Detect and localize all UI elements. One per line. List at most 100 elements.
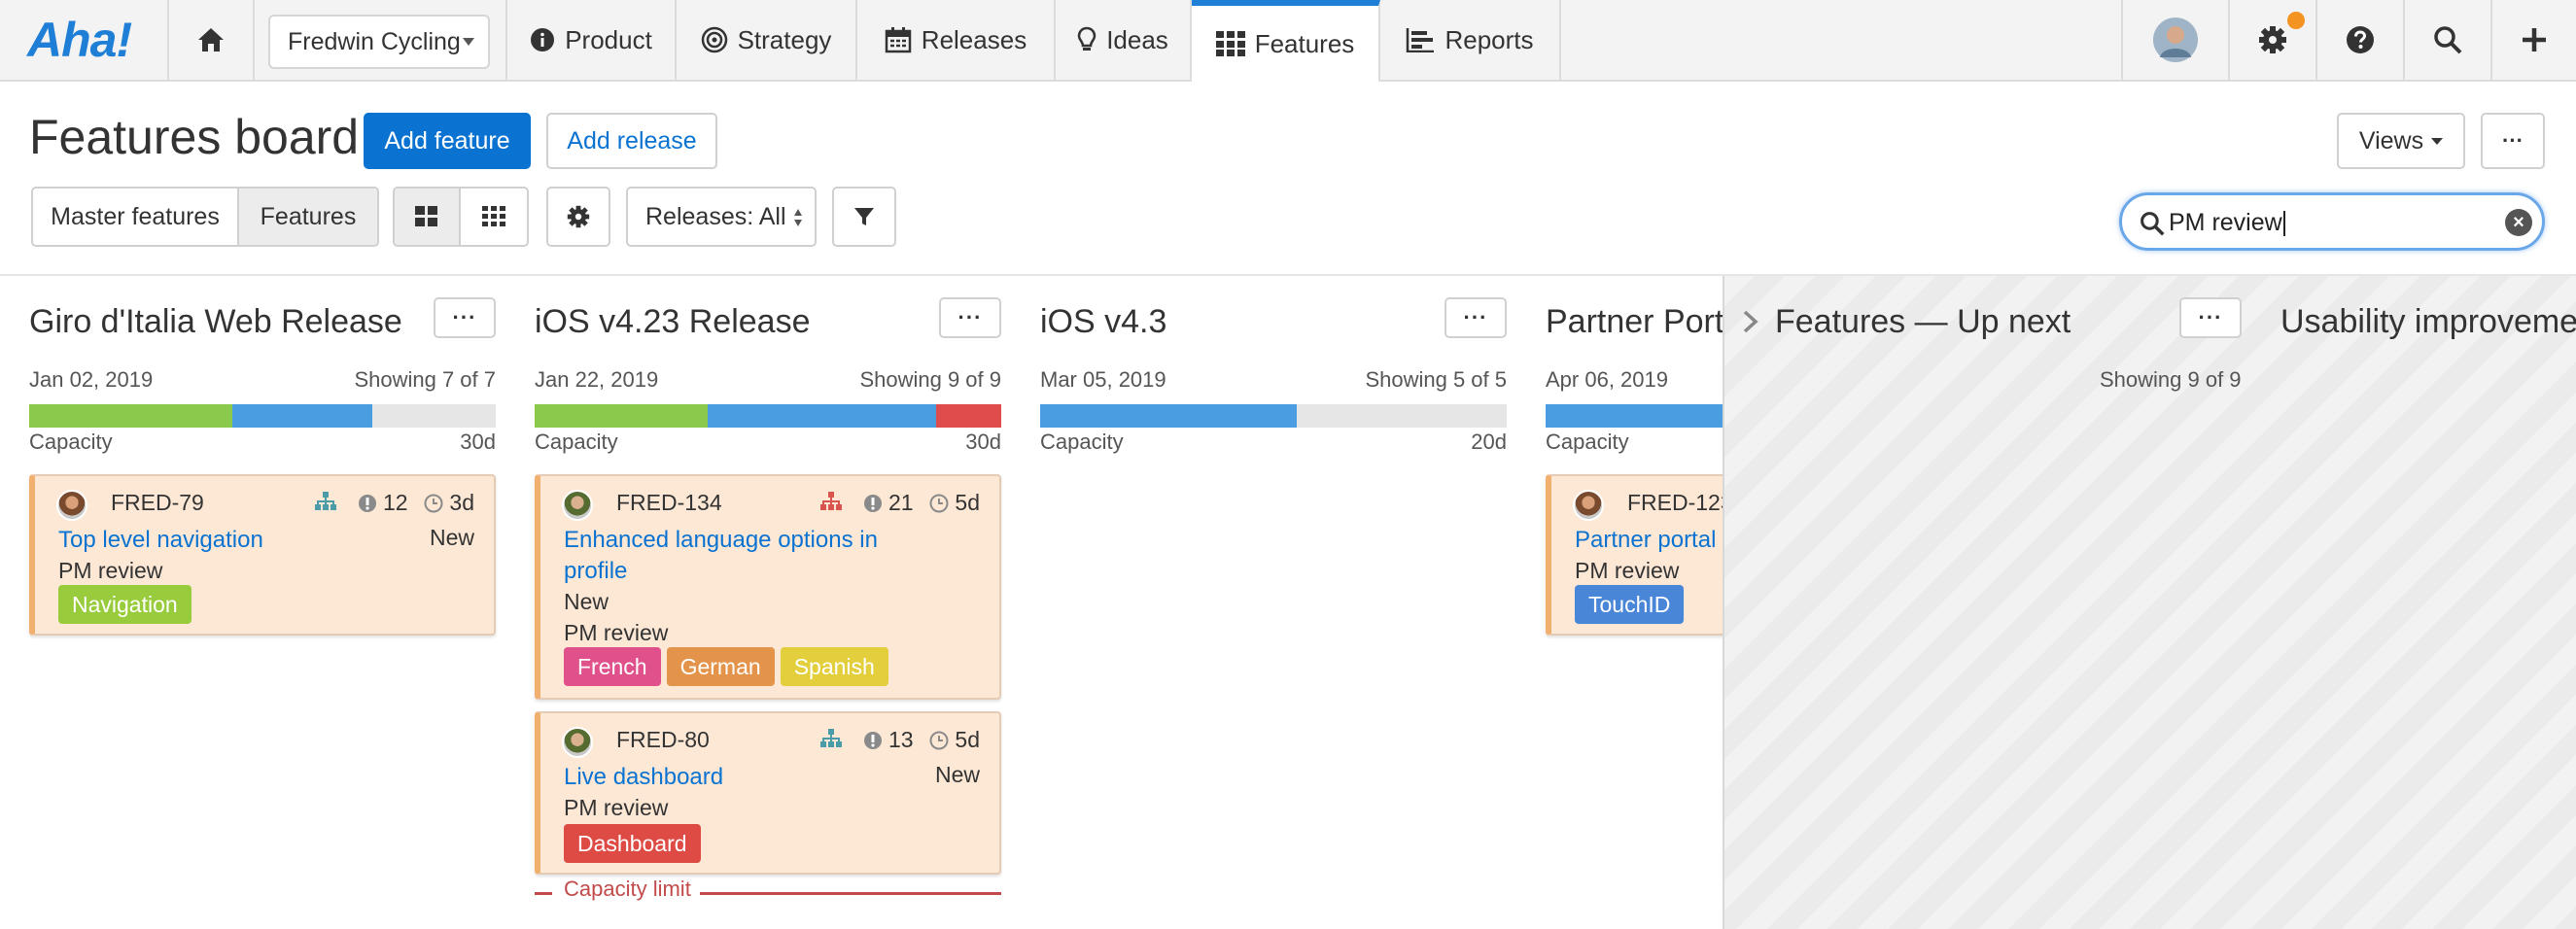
chevron-down-icon — [463, 38, 474, 46]
board-settings-button[interactable] — [546, 187, 610, 247]
parking-lot-showing-count: Showing 9 of 9 — [2100, 367, 2242, 392]
compact-layout-button[interactable] — [461, 189, 527, 245]
release-column: Giro d'Italia Web Release ··· Jan 02, 20… — [29, 292, 496, 680]
tag[interactable]: German — [666, 647, 775, 686]
page-title: Features board — [29, 110, 360, 164]
nav-ideas[interactable]: Ideas — [1056, 0, 1192, 80]
feature-card[interactable]: FRED-134 21 5d Enhanced language options… — [535, 474, 1001, 700]
feature-estimate: 5d — [929, 727, 980, 753]
add-release-button[interactable]: Add release — [546, 113, 717, 169]
feature-estimate-value: 3d — [449, 490, 474, 515]
capacity-label: Capacity — [1040, 430, 1124, 454]
search-button[interactable] — [2405, 0, 2492, 80]
user-avatar-button[interactable] — [2121, 0, 2230, 80]
capacity-days: 20d — [1471, 430, 1507, 454]
tag[interactable]: TouchID — [1575, 585, 1685, 624]
releases-filter-select[interactable]: Releases: All — [626, 187, 817, 247]
feature-name[interactable]: Enhanced language options in profile — [564, 525, 878, 587]
add-button[interactable] — [2492, 0, 2576, 80]
tag[interactable]: Dashboard — [564, 824, 701, 863]
clock-icon — [929, 731, 949, 749]
calendar-icon — [885, 27, 912, 53]
feature-status[interactable]: New — [935, 762, 980, 788]
capacity-segment — [29, 404, 232, 428]
small-grid-icon — [482, 206, 505, 226]
release-showing-count: Showing 9 of 9 — [859, 367, 1001, 392]
feature-status[interactable]: New — [430, 525, 474, 551]
capacity-bar — [29, 404, 496, 428]
feature-card[interactable]: FRED-79 12 3d Top level navigation New P… — [29, 474, 496, 636]
clear-search-icon[interactable]: × — [2505, 209, 2532, 236]
feature-workflow: PM review — [58, 558, 163, 583]
release-menu-button[interactable]: ··· — [434, 297, 496, 338]
feature-id[interactable]: FRED-134 — [616, 490, 722, 516]
feature-tags: TouchID — [1575, 585, 1685, 624]
views-button[interactable]: Views — [2337, 113, 2465, 169]
nav-product[interactable]: Product — [505, 0, 677, 80]
feature-id[interactable]: FRED-123 — [1627, 490, 1733, 516]
parking-lot-title[interactable]: Features — Up next — [1775, 303, 2071, 341]
master-features-tab[interactable]: Master features — [33, 189, 239, 245]
parking-lot-next-title[interactable]: Usability improvemen — [2280, 303, 2576, 341]
feature-id[interactable]: FRED-79 — [111, 490, 204, 516]
chevron-right-icon[interactable] — [1742, 309, 1759, 334]
capacity-segment — [707, 404, 936, 428]
product-selector[interactable]: Fredwin Cycling — [268, 15, 490, 69]
feature-status[interactable]: New — [564, 589, 609, 615]
nav-strategy-label: Strategy — [737, 24, 832, 54]
search-icon — [2141, 212, 2165, 236]
layout-toggle — [393, 187, 529, 247]
hierarchy-icon — [820, 729, 842, 747]
release-menu-button[interactable]: ··· — [1445, 297, 1507, 338]
nav-ideas-label: Ideas — [1106, 24, 1168, 54]
release-title[interactable]: Partner Porta — [1546, 303, 1742, 341]
tag[interactable]: Navigation — [58, 585, 191, 624]
aha-logo[interactable]: Aha! — [27, 12, 132, 68]
capacity-bar — [1040, 404, 1507, 428]
nav-strategy[interactable]: Strategy — [677, 0, 857, 80]
product-selector-label: Fredwin Cycling — [288, 27, 461, 55]
nav-features-label: Features — [1254, 28, 1355, 58]
home-button[interactable] — [167, 0, 255, 80]
release-title[interactable]: iOS v4.3 — [1040, 303, 1166, 341]
add-feature-button[interactable]: Add feature — [364, 113, 531, 169]
capacity-bar — [535, 404, 1001, 428]
page-more-button[interactable]: ··· — [2481, 113, 2545, 169]
feature-tags: French German Spanish — [564, 647, 888, 686]
card-layout-button[interactable] — [395, 189, 461, 245]
capacity-label: Capacity — [535, 430, 618, 454]
release-title[interactable]: Giro d'Italia Web Release — [29, 303, 402, 341]
score-icon — [359, 494, 376, 512]
tag[interactable]: Spanish — [780, 647, 888, 686]
features-tab[interactable]: Features — [239, 189, 377, 245]
feature-name[interactable]: Top level navigation — [58, 525, 263, 556]
release-menu-button[interactable]: ··· — [939, 297, 1001, 338]
feature-name-line: Enhanced language options in — [564, 527, 878, 553]
release-title[interactable]: iOS v4.23 Release — [535, 303, 811, 341]
release-date: Apr 06, 2019 — [1546, 367, 1668, 392]
search-input-value: PM review — [2169, 209, 2285, 237]
feature-card[interactable]: FRED-80 13 5d Live dashboard New PM revi… — [535, 711, 1001, 875]
feature-name[interactable]: Live dashboard — [564, 762, 723, 793]
nav-features[interactable]: Features — [1192, 0, 1380, 82]
nav-reports[interactable]: Reports — [1380, 0, 1561, 80]
hierarchy-icon — [820, 492, 842, 510]
nav-releases[interactable]: Releases — [857, 0, 1056, 80]
settings-button[interactable] — [2230, 0, 2317, 80]
release-column: iOS v4.3 ··· Mar 05, 2019 Showing 5 of 5… — [1040, 292, 1507, 486]
help-button[interactable] — [2317, 0, 2405, 80]
release-date: Jan 02, 2019 — [29, 367, 154, 392]
nav-releases-label: Releases — [921, 24, 1027, 54]
filter-button[interactable] — [832, 187, 896, 247]
release-showing-count: Showing 7 of 7 — [354, 367, 496, 392]
search-input[interactable]: PM review × — [2119, 192, 2545, 251]
feature-id[interactable]: FRED-80 — [616, 727, 710, 753]
release-date: Jan 22, 2019 — [535, 367, 659, 392]
feature-name[interactable]: Partner portal s — [1575, 525, 1734, 556]
nav-product-label: Product — [565, 24, 652, 54]
tag[interactable]: French — [564, 647, 661, 686]
parking-lot-menu-button[interactable]: ··· — [2179, 297, 2242, 338]
feature-estimate-value: 5d — [955, 727, 980, 752]
feature-tags: Navigation — [58, 585, 191, 624]
feature-score: 12 — [358, 490, 408, 516]
